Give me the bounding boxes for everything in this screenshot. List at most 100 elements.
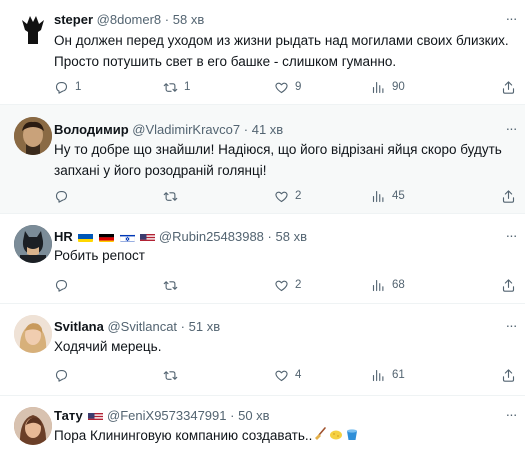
more-dots-icon[interactable]: ··· xyxy=(503,121,519,138)
repost-button[interactable] xyxy=(163,187,184,205)
reply-feed: steper @8domer8 · 58 хв ··· Он должен пе… xyxy=(0,0,525,449)
views-chart-icon xyxy=(372,81,384,93)
avatar[interactable] xyxy=(14,10,52,48)
reply-icon xyxy=(55,369,68,382)
share-button[interactable] xyxy=(501,276,516,294)
reply-button[interactable] xyxy=(54,366,75,384)
repost-icon xyxy=(163,280,178,290)
user-handle[interactable]: @Rubin25483988 xyxy=(159,229,264,244)
repost-icon xyxy=(163,191,178,201)
avatar[interactable] xyxy=(14,315,52,353)
action-bar: 2 45 xyxy=(54,187,525,205)
timestamp[interactable]: 58 хв xyxy=(173,12,204,27)
avatar[interactable] xyxy=(14,225,52,263)
user-handle[interactable]: @FeniX9573347991 xyxy=(107,408,226,423)
broom-emoji-icon xyxy=(312,426,328,448)
reply-button[interactable] xyxy=(54,276,75,294)
share-icon xyxy=(502,80,515,94)
share-button[interactable] xyxy=(501,187,516,205)
tweet[interactable]: Володимир @VladimirKravco7 · 41 хв ··· Н… xyxy=(0,105,525,214)
timestamp[interactable]: 51 хв xyxy=(189,319,220,334)
action-bar: 4 61 xyxy=(54,366,525,384)
reply-icon xyxy=(55,279,68,292)
timestamp[interactable]: 58 хв xyxy=(276,229,307,244)
avatar[interactable] xyxy=(14,117,52,155)
timestamp[interactable]: 41 хв xyxy=(252,122,283,137)
avatar[interactable] xyxy=(14,407,52,445)
tweet-header: Володимир @VladimirKravco7 · 41 хв xyxy=(54,122,505,138)
display-name[interactable]: Володимир xyxy=(54,122,129,137)
share-icon xyxy=(502,278,515,292)
share-button[interactable] xyxy=(501,78,516,96)
separator-dot: · xyxy=(267,229,272,244)
views-button[interactable]: 68 xyxy=(371,276,405,294)
tweet-header: HR @Rubin25483988 · 58 хв xyxy=(54,229,505,245)
tweet[interactable]: Svitlana @Svitlancat · 51 хв ··· Ходячий… xyxy=(0,304,525,396)
usa-flag-icon xyxy=(88,411,104,421)
repost-count: 1 xyxy=(184,81,191,93)
avatar-image xyxy=(14,10,52,48)
like-count: 9 xyxy=(295,81,302,93)
user-handle[interactable]: @VladimirKravco7 xyxy=(132,122,240,137)
like-count: 2 xyxy=(295,279,302,291)
reply-count: 1 xyxy=(75,81,82,93)
display-name[interactable]: Svitlana xyxy=(54,319,104,334)
tweet-header: steper @8domer8 · 58 хв xyxy=(54,12,505,28)
share-icon xyxy=(502,368,515,382)
tweet[interactable]: steper @8domer8 · 58 хв ··· Он должен пе… xyxy=(0,0,525,105)
share-icon xyxy=(502,189,515,203)
israel-flag-icon xyxy=(119,232,135,242)
more-dots-icon[interactable]: ··· xyxy=(503,11,519,28)
more-dots-icon[interactable]: ··· xyxy=(503,407,519,424)
display-name[interactable]: steper xyxy=(54,12,93,27)
repost-button[interactable]: 1 xyxy=(163,78,190,96)
tweet-header: Тату @FeniX9573347991 · 50 хв xyxy=(54,408,505,424)
tweet[interactable]: Тату @FeniX9573347991 · 50 хв ··· Пора К… xyxy=(0,396,525,449)
views-button[interactable]: 45 xyxy=(371,187,405,205)
heart-icon xyxy=(275,191,288,202)
tweet[interactable]: HR @Rubin25483988 · 58 хв ··· Робить реп… xyxy=(0,214,525,304)
tweet-text: Ну то добре що знайшли! Надіюся, що його… xyxy=(54,142,502,178)
views-chart-icon xyxy=(372,369,384,381)
views-chart-icon xyxy=(372,190,384,202)
avatar-image xyxy=(14,117,52,155)
heart-icon xyxy=(275,82,288,93)
user-handle[interactable]: @Svitlancat xyxy=(107,319,177,334)
views-count: 68 xyxy=(392,279,405,291)
avatar-image xyxy=(14,225,52,263)
like-button[interactable]: 9 xyxy=(274,78,301,96)
tweet-text: Пора Клининговую компанию создавать.. xyxy=(54,428,313,443)
display-name[interactable]: HR xyxy=(54,229,73,244)
reply-button[interactable]: 1 xyxy=(54,78,81,96)
reply-icon xyxy=(55,190,68,203)
tweet-header: Svitlana @Svitlancat · 51 хв xyxy=(54,319,505,335)
tweet-text: Робить репост xyxy=(54,248,145,263)
tweet-text-row: Пора Клининговую компанию создавать.. xyxy=(54,425,519,448)
like-button[interactable]: 2 xyxy=(274,187,301,205)
share-button[interactable] xyxy=(501,366,516,384)
like-button[interactable]: 4 xyxy=(274,366,301,384)
separator-dot: · xyxy=(230,408,235,423)
views-chart-icon xyxy=(372,279,384,291)
like-count: 2 xyxy=(295,190,302,202)
tweet-text: Ходячий мерець. xyxy=(54,339,162,354)
avatar-image xyxy=(14,407,52,445)
reply-button[interactable] xyxy=(54,187,75,205)
repost-icon xyxy=(163,82,178,92)
repost-button[interactable] xyxy=(163,276,184,294)
timestamp[interactable]: 50 хв xyxy=(238,408,269,423)
views-button[interactable]: 61 xyxy=(371,366,405,384)
separator-dot: · xyxy=(243,122,249,137)
like-button[interactable]: 2 xyxy=(274,276,301,294)
user-handle[interactable]: @8domer8 xyxy=(97,12,162,27)
display-name[interactable]: Тату xyxy=(54,408,83,423)
repost-button[interactable] xyxy=(163,366,184,384)
views-count: 45 xyxy=(392,190,405,202)
more-dots-icon[interactable]: ··· xyxy=(503,228,519,245)
views-button[interactable]: 90 xyxy=(371,78,405,96)
like-count: 4 xyxy=(295,369,302,381)
more-dots-icon[interactable]: ··· xyxy=(503,318,519,335)
heart-icon xyxy=(275,280,288,291)
separator-dot: · xyxy=(180,319,186,334)
heart-icon xyxy=(275,370,288,381)
